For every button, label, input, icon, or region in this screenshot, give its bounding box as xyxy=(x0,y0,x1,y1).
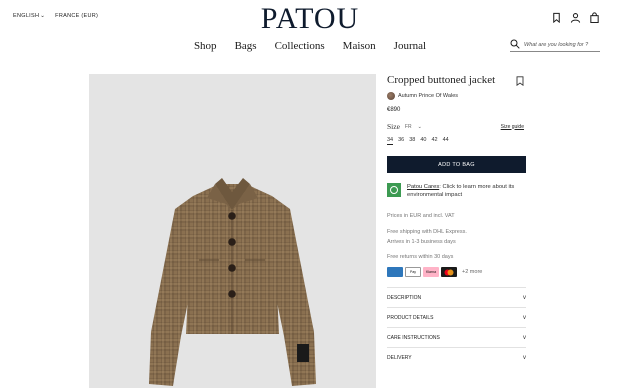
apple-pay-icon: Pay xyxy=(405,267,421,277)
patou-cares-link[interactable]: Patou Cares xyxy=(407,184,439,190)
size-option-42[interactable]: 42 xyxy=(432,137,438,145)
product-image[interactable] xyxy=(89,74,376,388)
product-price: €890 xyxy=(387,107,401,113)
size-option-38[interactable]: 38 xyxy=(409,137,415,145)
accordion-label: DESCRIPTION xyxy=(387,294,422,301)
color-selector[interactable]: Autumn Prince Of Wales xyxy=(387,92,526,100)
size-option-36[interactable]: 36 xyxy=(398,137,404,145)
search-bar xyxy=(510,38,600,52)
shipping-line-2: Arrives in 1-3 business days xyxy=(387,239,456,245)
size-header: Size FR ⌄ Size guide xyxy=(387,122,526,131)
size-options: 34 36 38 40 42 44 xyxy=(387,137,526,145)
accordion-care-instructions[interactable]: CARE INSTRUCTIONS v xyxy=(387,327,526,347)
color-name: Autumn Prince Of Wales xyxy=(398,93,459,99)
accordion-label: DELIVERY xyxy=(387,354,412,361)
color-swatch[interactable] xyxy=(387,92,395,100)
chevron-down-icon: v xyxy=(523,294,526,301)
size-option-44[interactable]: 44 xyxy=(443,137,449,145)
patou-cares-icon xyxy=(387,183,401,197)
chevron-down-icon: v xyxy=(523,314,526,321)
search-icon[interactable] xyxy=(510,36,520,54)
bag-icon[interactable] xyxy=(589,12,600,23)
accordion-product-details[interactable]: PRODUCT DETAILS v xyxy=(387,307,526,327)
accordion-description[interactable]: DESCRIPTION v xyxy=(387,287,526,307)
accordion-delivery[interactable]: DELIVERY v xyxy=(387,347,526,367)
patou-cares[interactable]: Patou Cares: Click to learn more about i… xyxy=(387,183,526,199)
nav-maison[interactable]: Maison xyxy=(343,40,376,52)
size-option-34[interactable]: 34 xyxy=(387,137,394,145)
nav-journal[interactable]: Journal xyxy=(394,40,426,52)
klarna-icon: Klarna xyxy=(423,267,439,277)
payment-more: +2 more xyxy=(462,269,483,275)
chevron-down-icon[interactable]: ⌄ xyxy=(418,124,422,130)
size-system-selector[interactable]: FR xyxy=(405,124,412,130)
add-to-bag-button[interactable]: ADD TO BAG xyxy=(387,156,526,173)
wishlist-icon[interactable] xyxy=(551,12,562,23)
account-icon[interactable] xyxy=(570,12,581,23)
nav-shop[interactable]: Shop xyxy=(194,40,217,52)
search-input[interactable] xyxy=(524,41,598,48)
accordion-label: CARE INSTRUCTIONS xyxy=(387,334,440,341)
chevron-down-icon: v xyxy=(523,354,526,361)
chevron-down-icon: v xyxy=(523,334,526,341)
size-label: Size xyxy=(387,122,400,131)
add-to-wishlist-icon[interactable] xyxy=(516,76,524,86)
size-guide-link[interactable]: Size guide xyxy=(501,124,524,130)
amex-icon xyxy=(387,267,403,277)
product-info: Cropped buttoned jacket Autumn Prince Of… xyxy=(387,74,526,367)
header-icons xyxy=(551,12,600,23)
accordion-label: PRODUCT DETAILS xyxy=(387,314,434,321)
product-title: Cropped buttoned jacket xyxy=(387,74,496,86)
shipping-line-1: Free shipping with DHL Express. xyxy=(387,229,467,235)
payment-methods: Pay Klarna +2 more xyxy=(387,267,526,277)
returns-note: Free returns within 30 days xyxy=(387,254,454,260)
nav-bags[interactable]: Bags xyxy=(235,40,257,52)
size-option-40[interactable]: 40 xyxy=(420,137,426,145)
jacket-image xyxy=(149,178,316,386)
nav-collections[interactable]: Collections xyxy=(275,40,325,52)
brand-logo[interactable]: PATOU xyxy=(0,2,620,36)
prices-note: Prices in EUR and incl. VAT xyxy=(387,213,455,219)
mastercard-icon xyxy=(441,267,457,277)
product-accordion: DESCRIPTION v PRODUCT DETAILS v CARE INS… xyxy=(387,287,526,367)
